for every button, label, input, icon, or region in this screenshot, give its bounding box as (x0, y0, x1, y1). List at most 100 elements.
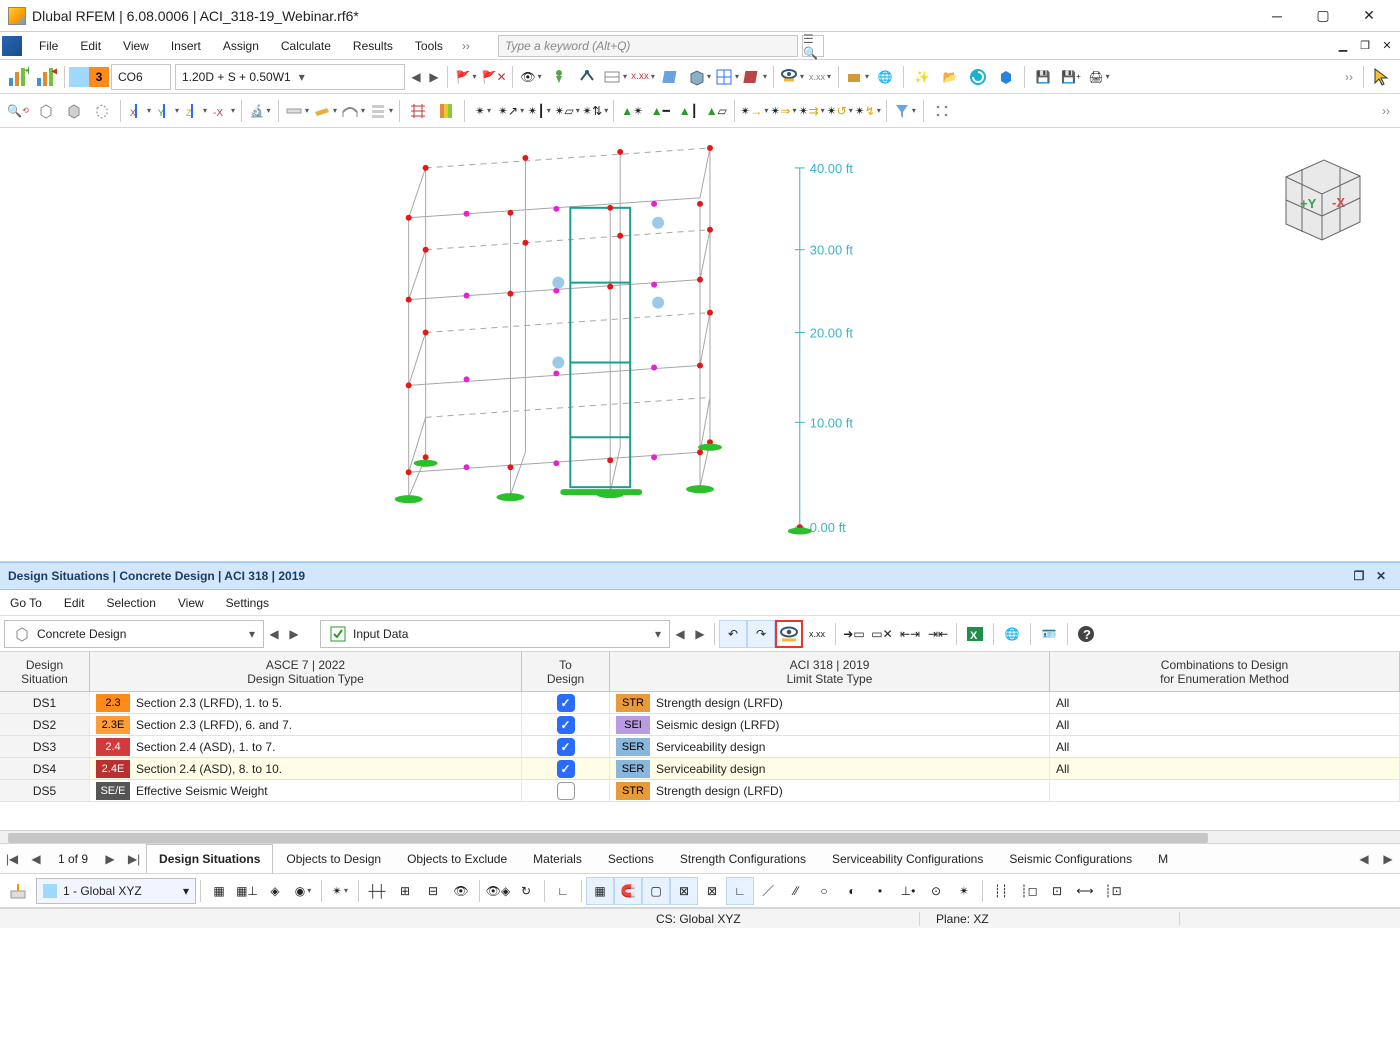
tb-axes-neg-x-icon[interactable]: -X▾ (209, 97, 237, 125)
pt-undo-icon[interactable]: ↶ (719, 620, 747, 648)
tb-axes-z-icon[interactable]: Z▾ (181, 97, 209, 125)
cell-combinations[interactable]: All (1050, 692, 1400, 713)
col-header-combinations[interactable]: Combinations to Designfor Enumeration Me… (1050, 652, 1400, 691)
tb-contour-icon[interactable] (432, 97, 460, 125)
tabs-first-button[interactable]: |◀ (0, 844, 24, 873)
menu-calculate[interactable]: Calculate (271, 36, 341, 56)
tb-plate-icon[interactable]: ▾ (283, 97, 311, 125)
cell-to-design-checkbox[interactable]: ✓ (522, 736, 610, 757)
tb-mesh-gen-icon[interactable] (404, 97, 432, 125)
bb-workspace-icon[interactable] (4, 877, 32, 905)
design-module-prev[interactable]: ◀ (264, 620, 284, 648)
bb-grid-iso-icon[interactable]: ◈ (261, 877, 289, 905)
tb-results-lines-icon[interactable]: ▾ (601, 63, 629, 91)
loadcase-code-select[interactable]: CO6 (111, 64, 171, 90)
bb-grid-polar-icon[interactable]: ◉▾ (289, 877, 317, 905)
pt-delete-row-icon[interactable]: ▭✕ (868, 620, 896, 648)
data-category-prev[interactable]: ◀ (670, 620, 690, 648)
cell-combinations[interactable]: All (1050, 758, 1400, 779)
pt-compress-icon[interactable]: ⇤⇥ (896, 620, 924, 648)
tb-cube-solid-icon[interactable] (60, 97, 88, 125)
tb-cube-hidden-icon[interactable] (88, 97, 116, 125)
table-horizontal-scrollbar[interactable] (0, 830, 1400, 844)
bb-rotate-icon[interactable]: ↻ (512, 877, 540, 905)
table-row[interactable]: DS42.4ESection 2.4 (ASD), 8. to 10.✓SERS… (0, 758, 1400, 780)
coordinate-system-select[interactable]: 1 - Global XYZ▾ (36, 878, 196, 904)
bb-grid-dense-icon[interactable]: ⊟ (419, 877, 447, 905)
tb-node-star-icon[interactable]: ✴▾ (469, 97, 497, 125)
tab-seismic-config[interactable]: Seismic Configurations (996, 844, 1145, 873)
tb-show-results-icon[interactable]: ▾ (778, 63, 806, 91)
menu-edit[interactable]: Edit (70, 36, 111, 56)
tb-support-surface-icon[interactable]: ▲▱ (702, 97, 730, 125)
cell-design-type[interactable]: 2.4ESection 2.4 (ASD), 8. to 10. (90, 758, 522, 779)
design-module-select[interactable]: Concrete Design▾ (4, 620, 264, 648)
panel-menu-settings[interactable]: Settings (222, 594, 273, 612)
tb-block-library-icon[interactable] (992, 63, 1020, 91)
cell-design-type[interactable]: 2.4Section 2.4 (ASD), 1. to 7. (90, 736, 522, 757)
bb-snap-x-icon[interactable]: ⊠ (698, 877, 726, 905)
table-row[interactable]: DS22.3ESection 2.3 (LRFD), 6. and 7.✓SEI… (0, 714, 1400, 736)
tb-results-sections-icon[interactable]: ▾ (741, 63, 769, 91)
tb-render-icon[interactable]: 🌐 (871, 63, 899, 91)
tb-xxx-display-icon[interactable]: x.xx▾ (806, 63, 834, 91)
tab-objects-to-design[interactable]: Objects to Design (273, 844, 394, 873)
mdi-minimize-icon[interactable]: ▁ (1334, 37, 1352, 55)
panel-menu-view[interactable]: View (174, 594, 208, 612)
pt-help-icon[interactable]: ? (1072, 620, 1100, 648)
col-header-to-design[interactable]: To Design (522, 652, 610, 691)
tb-results-solids-icon[interactable]: ▾ (685, 63, 713, 91)
panel-menu-edit[interactable]: Edit (60, 594, 89, 612)
tb-results-surfaces-icon[interactable] (657, 63, 685, 91)
cell-design-type[interactable]: 2.3ESection 2.3 (LRFD), 6. and 7. (90, 714, 522, 735)
cell-limit-state[interactable]: STRStrength design (LRFD) (610, 692, 1050, 713)
tb-open-folder-icon[interactable]: 📂 (936, 63, 964, 91)
bb-snap-dline-icon[interactable]: ⁄⁄ (782, 877, 810, 905)
tb-cloud-sync-icon[interactable] (964, 63, 992, 91)
cell-to-design-checkbox[interactable]: ✓ (522, 714, 610, 735)
bb-guides-5-icon[interactable]: ┊⊡ (1099, 877, 1127, 905)
bb-guides-4-icon[interactable]: ⟷ (1071, 877, 1099, 905)
tab-strength-config[interactable]: Strength Configurations (667, 844, 819, 873)
bb-grid-icon[interactable]: ⊞ (391, 877, 419, 905)
tb-select-cursor-icon[interactable] (1368, 63, 1396, 91)
bb-snap-square-icon[interactable]: ▢ (642, 877, 670, 905)
menu-overflow[interactable]: ›› (462, 39, 470, 53)
tb-load-3-icon[interactable]: ✴⇉▾ (797, 97, 825, 125)
view-navigation-cube[interactable]: +Y -X (1266, 142, 1376, 252)
bb-snap-star-icon[interactable]: ✴ (950, 877, 978, 905)
data-category-select[interactable]: Input Data▾ (320, 620, 670, 648)
tb-member-star-icon[interactable]: ✴┃▾ (525, 97, 553, 125)
bb-snap-cross-icon[interactable]: ⊠ (670, 877, 698, 905)
tb-print-icon[interactable]: 🖨▾ (1085, 63, 1113, 91)
bb-snap-circle-icon[interactable]: ○ (810, 877, 838, 905)
tb-microscope-icon[interactable]: 🔬▾ (246, 97, 274, 125)
col-header-design-situation[interactable]: Design Situation (0, 652, 90, 691)
design-module-next[interactable]: ▶ (284, 620, 304, 648)
tab-serviceability-config[interactable]: Serviceability Configurations (819, 844, 996, 873)
loadcase-color-chips[interactable]: 3 (69, 67, 109, 87)
bb-guides-3-icon[interactable]: ⊡ (1043, 877, 1071, 905)
tb-units-icon[interactable]: ▾ (843, 63, 871, 91)
tb-save-as-icon[interactable]: 💾+ (1057, 63, 1085, 91)
cell-limit-state[interactable]: SERServiceability design (610, 736, 1050, 757)
pt-export-excel-icon[interactable]: X (961, 620, 989, 648)
global-search-input[interactable]: Type a keyword (Alt+Q) (498, 35, 798, 57)
bb-snap-tangent-icon[interactable]: ⊙ (922, 877, 950, 905)
pt-redo-icon[interactable]: ↷ (747, 620, 775, 648)
bb-grid-ortho-icon[interactable]: ▦⊥ (233, 877, 261, 905)
tb-new-star-icon[interactable]: ✨ (908, 63, 936, 91)
tb-flag-cross-icon[interactable]: 🚩✕ (480, 63, 508, 91)
menu-insert[interactable]: Insert (161, 36, 211, 56)
menu-view[interactable]: View (113, 36, 159, 56)
table-row[interactable]: DS32.4Section 2.4 (ASD), 1. to 7.✓SERSer… (0, 736, 1400, 758)
tab-sections[interactable]: Sections (595, 844, 667, 873)
tb-slab-icon[interactable]: ▾ (311, 97, 339, 125)
bb-snap-magnet2-icon[interactable]: 🧲 (614, 877, 642, 905)
menu-file[interactable]: File (29, 36, 68, 56)
pt-id-card-icon[interactable]: 🪪 (1035, 620, 1063, 648)
cell-to-design-checkbox[interactable] (522, 780, 610, 801)
col-header-design-type[interactable]: ASCE 7 | 2022Design Situation Type (90, 652, 522, 691)
col-header-limit-state[interactable]: ACI 318 | 2019Limit State Type (610, 652, 1050, 691)
tb-support-member-icon[interactable]: ▲┃ (674, 97, 702, 125)
